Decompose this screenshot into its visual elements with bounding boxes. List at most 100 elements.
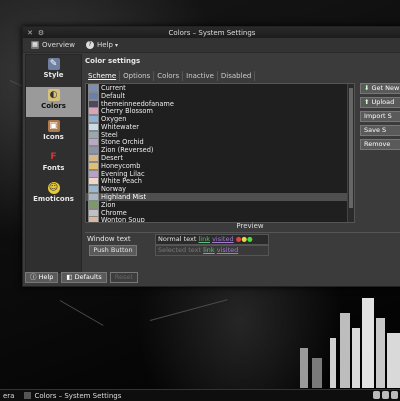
scheme-name: Steel [101, 130, 118, 139]
scheme-name: Highland Mist [101, 193, 147, 202]
help-label: Help [96, 41, 113, 49]
defaults-icon: ◧ [66, 273, 75, 281]
save-button[interactable]: Save S [360, 125, 400, 136]
scheme-list-item[interactable]: Desert [86, 154, 354, 163]
scheme-preview-icon [88, 122, 99, 131]
scheme-preview-icon [88, 161, 99, 170]
scheme-list-item[interactable]: Honeycomb [86, 161, 354, 170]
defaults-button[interactable]: ◧ Defaults [61, 272, 107, 283]
help-button[interactable]: ? Help ▾ [83, 40, 121, 50]
tray-icon[interactable] [373, 391, 380, 399]
scheme-preview-icon [88, 169, 99, 178]
overview-icon: ▦ [31, 41, 39, 49]
download-icon: ⬇ [364, 84, 370, 92]
scheme-list-item[interactable]: Chrome [86, 208, 354, 217]
scheme-preview-icon [88, 208, 99, 217]
sidebar: ✎ Style ◐ Colors ▣ Icons F Fonts ☺ Emoti… [25, 54, 82, 273]
sidebar-item-style[interactable]: ✎ Style [26, 56, 81, 86]
scheme-preview-icon [88, 115, 99, 124]
upload-button[interactable]: ⬆ Upload [360, 97, 400, 108]
scheme-name: Stone Orchid [101, 138, 144, 147]
get-new-button[interactable]: ⬇ Get New [360, 83, 400, 94]
tab-bar: Scheme Options Colors Inactive Disabled [85, 71, 400, 81]
scheme-preview-icon [88, 107, 99, 116]
taskbar-item[interactable]: era [3, 392, 14, 400]
tray-icon[interactable] [382, 391, 389, 399]
tab-inactive[interactable]: Inactive [183, 71, 218, 81]
overview-button[interactable]: ▦ Overview [28, 40, 78, 50]
sidebar-item-label: Colors [41, 102, 66, 110]
preview-selected-visited: visited [216, 246, 239, 254]
scheme-name: Chrome [101, 208, 127, 217]
preview-push-button[interactable]: Push Button [89, 245, 137, 256]
bottom-buttons: ⓘ Help ◧ Defaults Reset [25, 272, 141, 283]
scheme-list-item[interactable]: Cherry Blossom [86, 107, 354, 116]
scheme-name: Zion (Reversed) [101, 146, 154, 155]
preview-visited: visited [212, 235, 234, 243]
preview-selected-link: link [203, 246, 215, 254]
fonts-icon: F [50, 152, 57, 162]
page-title: Color settings [85, 57, 141, 65]
scheme-list-item[interactable]: Zion [86, 200, 354, 209]
scheme-list[interactable]: Current Default themeinneedofaname Cherry B… [85, 83, 355, 223]
import-button[interactable]: Import S [360, 111, 400, 122]
scheme-list-item[interactable]: Default [86, 91, 354, 100]
taskbar: era Colors – System Settings [0, 389, 400, 401]
sidebar-item-label: Icons [43, 133, 64, 141]
scheme-name: Norway [101, 185, 127, 194]
scheme-name: Whitewater [101, 122, 139, 131]
preview-selected-text: Selected text link visited [155, 245, 269, 256]
settings-app-icon [24, 392, 32, 399]
scheme-list-item[interactable]: White Peach [86, 177, 354, 186]
scheme-list-item[interactable]: Stone Orchid [86, 138, 354, 147]
system-tray [371, 391, 398, 399]
sidebar-item-label: Emoticons [33, 195, 74, 203]
sidebar-item-fonts[interactable]: F Fonts [26, 149, 81, 179]
scrollbar[interactable] [347, 84, 354, 222]
title-bar[interactable]: ✕ ⚙ Colors – System Settings [23, 27, 400, 38]
window-text-label: Window text [87, 235, 131, 243]
tab-scheme[interactable]: Scheme [85, 71, 121, 81]
scheme-name: Honeycomb [101, 161, 141, 170]
preview-normal-text: Normal text link visited ●●● [155, 234, 269, 245]
scheme-list-item[interactable]: Current [86, 84, 354, 92]
remove-button[interactable]: Remove [360, 139, 400, 150]
scheme-name: Zion [101, 200, 116, 209]
scheme-list-item[interactable]: Whitewater [86, 122, 354, 131]
sidebar-item-label: Fonts [42, 164, 65, 172]
scheme-preview-icon [88, 177, 99, 186]
help-footer-button[interactable]: ⓘ Help [25, 272, 59, 283]
sidebar-item-icons[interactable]: ▣ Icons [26, 118, 81, 148]
scheme-preview-icon [88, 154, 99, 163]
scheme-list-item[interactable]: Steel [86, 130, 354, 139]
scheme-actions: ⬇ Get New ⬆ Upload Import S Save S Remove [360, 83, 400, 153]
tray-icon[interactable] [391, 391, 398, 399]
scheme-preview-icon [88, 84, 99, 92]
scheme-preview-icon [88, 200, 99, 209]
sidebar-item-label: Style [43, 71, 64, 79]
scheme-name: themeinneedofaname [101, 99, 174, 108]
scheme-list-item[interactable]: Oxygen [86, 115, 354, 124]
taskbar-item-settings[interactable]: Colors – System Settings [24, 392, 121, 400]
preview-header: Preview [85, 222, 400, 233]
scheme-preview-icon [88, 130, 99, 139]
chevron-down-icon: ▾ [114, 41, 118, 49]
overview-label: Overview [42, 41, 75, 49]
sidebar-item-colors[interactable]: ◐ Colors [26, 87, 81, 117]
scheme-list-item[interactable]: Highland Mist [86, 193, 354, 202]
reset-button[interactable]: Reset [109, 272, 138, 283]
emoticons-icon: ☺ [47, 182, 60, 194]
tab-options[interactable]: Options [120, 71, 155, 81]
scheme-list-item[interactable]: Evening Lilac [86, 169, 354, 178]
scrollbar-thumb[interactable] [349, 88, 353, 208]
tab-disabled[interactable]: Disabled [218, 71, 256, 81]
scheme-list-item[interactable]: Zion (Reversed) [86, 146, 354, 155]
colors-icon: ◐ [47, 89, 60, 101]
tab-colors[interactable]: Colors [154, 71, 184, 81]
scheme-preview-icon [88, 146, 99, 155]
scheme-list-item[interactable]: themeinneedofaname [86, 99, 354, 108]
scheme-list-item[interactable]: Norway [86, 185, 354, 194]
scheme-name: White Peach [101, 177, 142, 186]
sidebar-item-emoticons[interactable]: ☺ Emoticons [26, 180, 81, 210]
toolbar: ▦ Overview ? Help ▾ [23, 38, 400, 53]
